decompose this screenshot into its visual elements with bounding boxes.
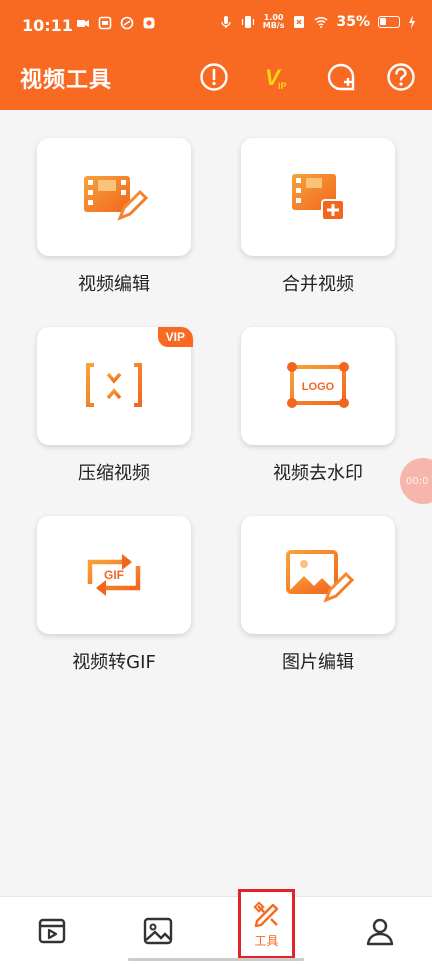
video-edit-label: 视频编辑 xyxy=(78,274,150,295)
net-speed: 1.00 MB/s xyxy=(263,14,285,30)
status-time: 10:11 xyxy=(22,16,73,35)
floating-bubble-text: 00:0 xyxy=(406,475,429,487)
mic-status-icon xyxy=(221,16,231,28)
nav-profile-tab[interactable] xyxy=(360,911,400,951)
vibrate-status-icon xyxy=(241,16,254,28)
gif-text: GIF xyxy=(104,568,124,582)
image-edit-card[interactable] xyxy=(241,516,395,634)
nav-video-tab[interactable] xyxy=(32,911,72,951)
floating-bubble[interactable]: 00:0 xyxy=(400,458,432,504)
gif-convert-label: 视频转GIF xyxy=(72,652,156,673)
video-compress-label: 压缩视频 xyxy=(78,463,150,484)
logo-text: LOGO xyxy=(302,381,335,393)
net-speed-unit: MB/s xyxy=(262,21,285,30)
feedback-button[interactable] xyxy=(326,62,356,92)
image-edit-label: 图片编辑 xyxy=(282,652,354,673)
video-edit-icon xyxy=(84,176,149,221)
tools-icon xyxy=(252,900,278,927)
info-icon xyxy=(200,63,228,91)
video-icon xyxy=(38,918,66,944)
feedback-icon xyxy=(327,63,355,91)
watermark-remove-icon: LOGO xyxy=(287,362,349,408)
video-merge-card[interactable] xyxy=(241,138,395,256)
help-icon xyxy=(387,63,415,91)
video-edit-card[interactable] xyxy=(37,138,191,256)
nav-image-tab[interactable] xyxy=(138,911,178,951)
vip-icon: VIP xyxy=(265,65,287,91)
image-edit-icon xyxy=(286,550,354,603)
sim-status-icon xyxy=(294,16,305,28)
help-button[interactable] xyxy=(386,62,416,92)
status-bar: 10:11 1.00 MB/s 35% xyxy=(0,0,432,52)
app-header: 10:11 1.00 MB/s 35% 视频工具 V IP xyxy=(0,0,432,110)
sync-status-icon xyxy=(120,16,134,30)
battery-icon xyxy=(378,16,400,28)
camera-status-icon xyxy=(77,20,89,27)
video-merge-label: 合并视频 xyxy=(282,274,354,295)
wifi-status-icon xyxy=(314,16,328,28)
battery-percent: 35% xyxy=(336,14,370,30)
home-indicator xyxy=(128,958,304,961)
page-title: 视频工具 xyxy=(20,68,113,93)
video-compress-card[interactable]: VIP xyxy=(37,327,193,445)
bottom-nav: 工具 xyxy=(0,889,432,964)
watermark-remove-card[interactable]: LOGO xyxy=(241,327,395,445)
video-merge-icon xyxy=(292,174,345,221)
watermark-remove-label: 视频去水印 xyxy=(273,463,363,484)
nav-tools-label: 工具 xyxy=(254,933,279,948)
app-status-icon xyxy=(98,16,112,30)
charging-icon xyxy=(409,15,415,29)
gif-convert-icon: GIF xyxy=(87,554,141,596)
status-right-icons: 1.00 MB/s 35% xyxy=(219,14,416,30)
info-button[interactable] xyxy=(199,62,229,92)
video-compress-icon xyxy=(86,361,142,411)
gif-convert-card[interactable]: GIF xyxy=(37,516,191,634)
nav-tools-tab[interactable]: 工具 xyxy=(238,889,295,959)
user-icon xyxy=(366,918,394,946)
svg-text:IP: IP xyxy=(278,81,287,91)
notification-status-icon xyxy=(143,17,155,29)
vip-button[interactable]: V IP xyxy=(262,62,292,92)
status-left-icons xyxy=(76,16,156,30)
vip-badge: VIP xyxy=(157,327,193,347)
picture-icon xyxy=(143,917,173,945)
